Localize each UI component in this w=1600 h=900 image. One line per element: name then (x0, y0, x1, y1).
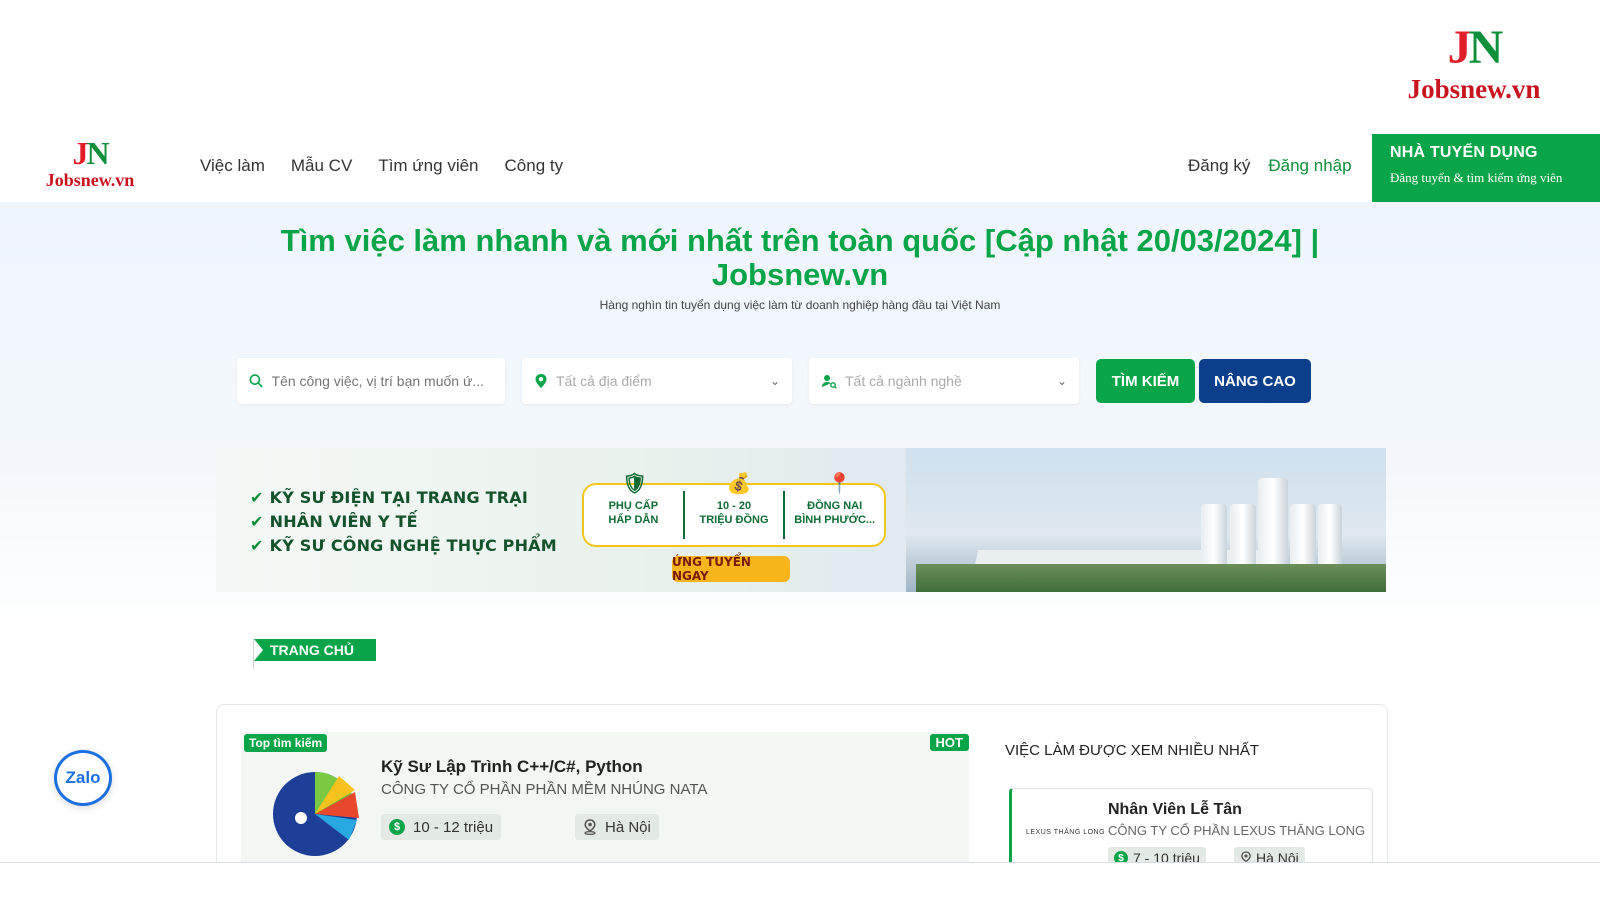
banner-perk: 💰 10 - 20 TRIỆU ĐỒNG (685, 474, 786, 539)
hero-section: Tìm việc làm nhanh và mới nhất trên toàn… (0, 202, 1600, 642)
side-job-company[interactable]: CÔNG TY CỔ PHẦN LEXUS THĂNG LONG (1108, 823, 1365, 838)
keyword-field[interactable] (237, 358, 505, 404)
header-logo-name: Jobsnew.vn (45, 170, 135, 190)
location-chip: Hà Nội (575, 814, 659, 840)
location-pin-icon (584, 819, 596, 835)
company-logo (273, 772, 359, 856)
header: JN Jobsnew.vn Việc làm Mẫu CV Tìm ứng vi… (0, 134, 1600, 202)
main-nav: Việc làm Mẫu CV Tìm ứng viên Công ty (200, 156, 563, 176)
check-circle-icon: ✔ (250, 488, 264, 507)
banner-perk: 🛡 PHỤ CẤP HẤP DẪN (584, 474, 685, 539)
dollar-icon: $ (389, 819, 405, 835)
page-title: Tìm việc làm nhanh và mới nhất trên toàn… (280, 223, 1320, 292)
page: JN Jobsnew.vn JN Jobsnew.vn Việc làm Mẫu… (0, 0, 1600, 900)
banner-silo (1258, 478, 1288, 574)
login-link[interactable]: Đăng nhập (1268, 156, 1351, 176)
location-value: Hà Nội (605, 818, 651, 836)
user-search-icon (822, 375, 837, 389)
chevron-down-icon: ⌄ (1056, 374, 1067, 388)
check-circle-icon: ✔ (250, 536, 264, 555)
banner-position: ✔ KỸ SƯ ĐIỆN TẠI TRANG TRẠI (250, 488, 528, 507)
nav-item-viec-lam[interactable]: Việc làm (200, 156, 265, 176)
most-viewed-title: VIỆC LÀM ĐƯỢC XEM NHIỀU NHẤT (1005, 742, 1260, 759)
banner-positions: ✔ KỸ SƯ ĐIỆN TẠI TRANG TRẠI ✔ NHÂN VIÊN Y … (250, 486, 557, 558)
brand-logo-large[interactable]: JN Jobsnew.vn (1394, 21, 1554, 105)
breadcrumb[interactable]: TRANG CHỦ (254, 639, 376, 661)
keyword-input[interactable] (271, 373, 493, 389)
advanced-search-button[interactable]: NÂNG CAO (1199, 359, 1311, 403)
location-select-value: Tất cả địa điểm (556, 373, 652, 389)
search-bar: Tất cả địa điểm ⌄ Tất cả ngành nghề ⌄ TÌ… (237, 358, 1311, 404)
banner-perks-card: 🛡 PHỤ CẤP HẤP DẪN 💰 10 - 20 TRIỆU ĐỒNG 📍 Đ… (582, 473, 886, 547)
shield-icon: 🛡 (622, 473, 648, 495)
banner-ground (916, 564, 1386, 592)
lexus-logo: LEXUS THĂNG LONG (1026, 829, 1106, 836)
breadcrumb-home: TRANG CHỦ (270, 642, 354, 658)
job-company[interactable]: CÔNG TY CỔ PHẦN PHẦN MỀM NHÚNG NATA (381, 781, 707, 798)
banner-position: ✔ KỸ SƯ CÔNG NGHỆ THỰC PHẨM (250, 536, 557, 555)
employer-subtitle: Đăng tuyển & tìm kiếm ứng viên (1390, 170, 1563, 185)
zalo-chat-button[interactable]: Zalo (54, 750, 112, 806)
salary-chip: $ 10 - 12 triệu (381, 814, 502, 840)
register-link[interactable]: Đăng ký (1188, 156, 1250, 176)
location-pin-icon: 📍 (827, 473, 853, 495)
nav-item-tim-ung-vien[interactable]: Tìm ứng viên (378, 156, 478, 176)
brand-mark: JN (1447, 21, 1504, 74)
zalo-label: Zalo (65, 768, 101, 787)
banner-perk: 📍 ĐỒNG NAI BÌNH PHƯỚC... (794, 473, 876, 526)
header-logo[interactable]: JN Jobsnew.vn (40, 136, 140, 190)
page-subtitle: Hàng nghìn tin tuyển dụng việc làm từ do… (599, 298, 1001, 312)
nav-item-cong-ty[interactable]: Công ty (505, 156, 564, 176)
job-title[interactable]: Kỹ Sư Lập Trình C++/C#, Python (381, 757, 643, 777)
location-select[interactable]: Tất cả địa điểm ⌄ (522, 358, 792, 404)
employer-button[interactable]: NHÀ TUYỂN DỤNG Đăng tuyển & tìm kiếm ứng… (1372, 134, 1600, 202)
promo-banner[interactable]: ✔ KỸ SƯ ĐIỆN TẠI TRANG TRẠI ✔ NHÂN VIÊN Y … (216, 448, 1386, 592)
search-button[interactable]: TÌM KIẾM (1096, 359, 1195, 403)
chevron-down-icon: ⌄ (769, 374, 780, 388)
header-logo-mark: JN (72, 135, 109, 171)
hot-badge: HOT (929, 734, 969, 751)
nav-item-mau-cv[interactable]: Mẫu CV (291, 156, 352, 176)
brand-name: Jobsnew.vn (1407, 74, 1541, 104)
check-circle-icon: ✔ (250, 512, 264, 531)
page-bottom (0, 862, 1600, 900)
industry-select-value: Tất cả ngành nghề (845, 373, 962, 389)
employer-title: NHÀ TUYỂN DỤNG (1390, 144, 1538, 161)
salary-value: 10 - 12 triệu (413, 818, 494, 836)
auth-links: Đăng ký Đăng nhập (1188, 156, 1352, 176)
banner-apply-button[interactable]: ỨNG TUYỂN NGAY (672, 555, 790, 583)
side-job-title[interactable]: Nhân Viên Lễ Tân (1108, 801, 1242, 819)
banner-position: ✔ NHÂN VIÊN Y TẾ (250, 512, 418, 531)
location-pin-icon (535, 374, 547, 388)
top-search-badge: Top tìm kiếm (244, 734, 328, 752)
search-icon (249, 374, 263, 388)
money-bag-icon: 💰 (726, 473, 752, 495)
industry-select[interactable]: Tất cả ngành nghề ⌄ (809, 358, 1079, 404)
